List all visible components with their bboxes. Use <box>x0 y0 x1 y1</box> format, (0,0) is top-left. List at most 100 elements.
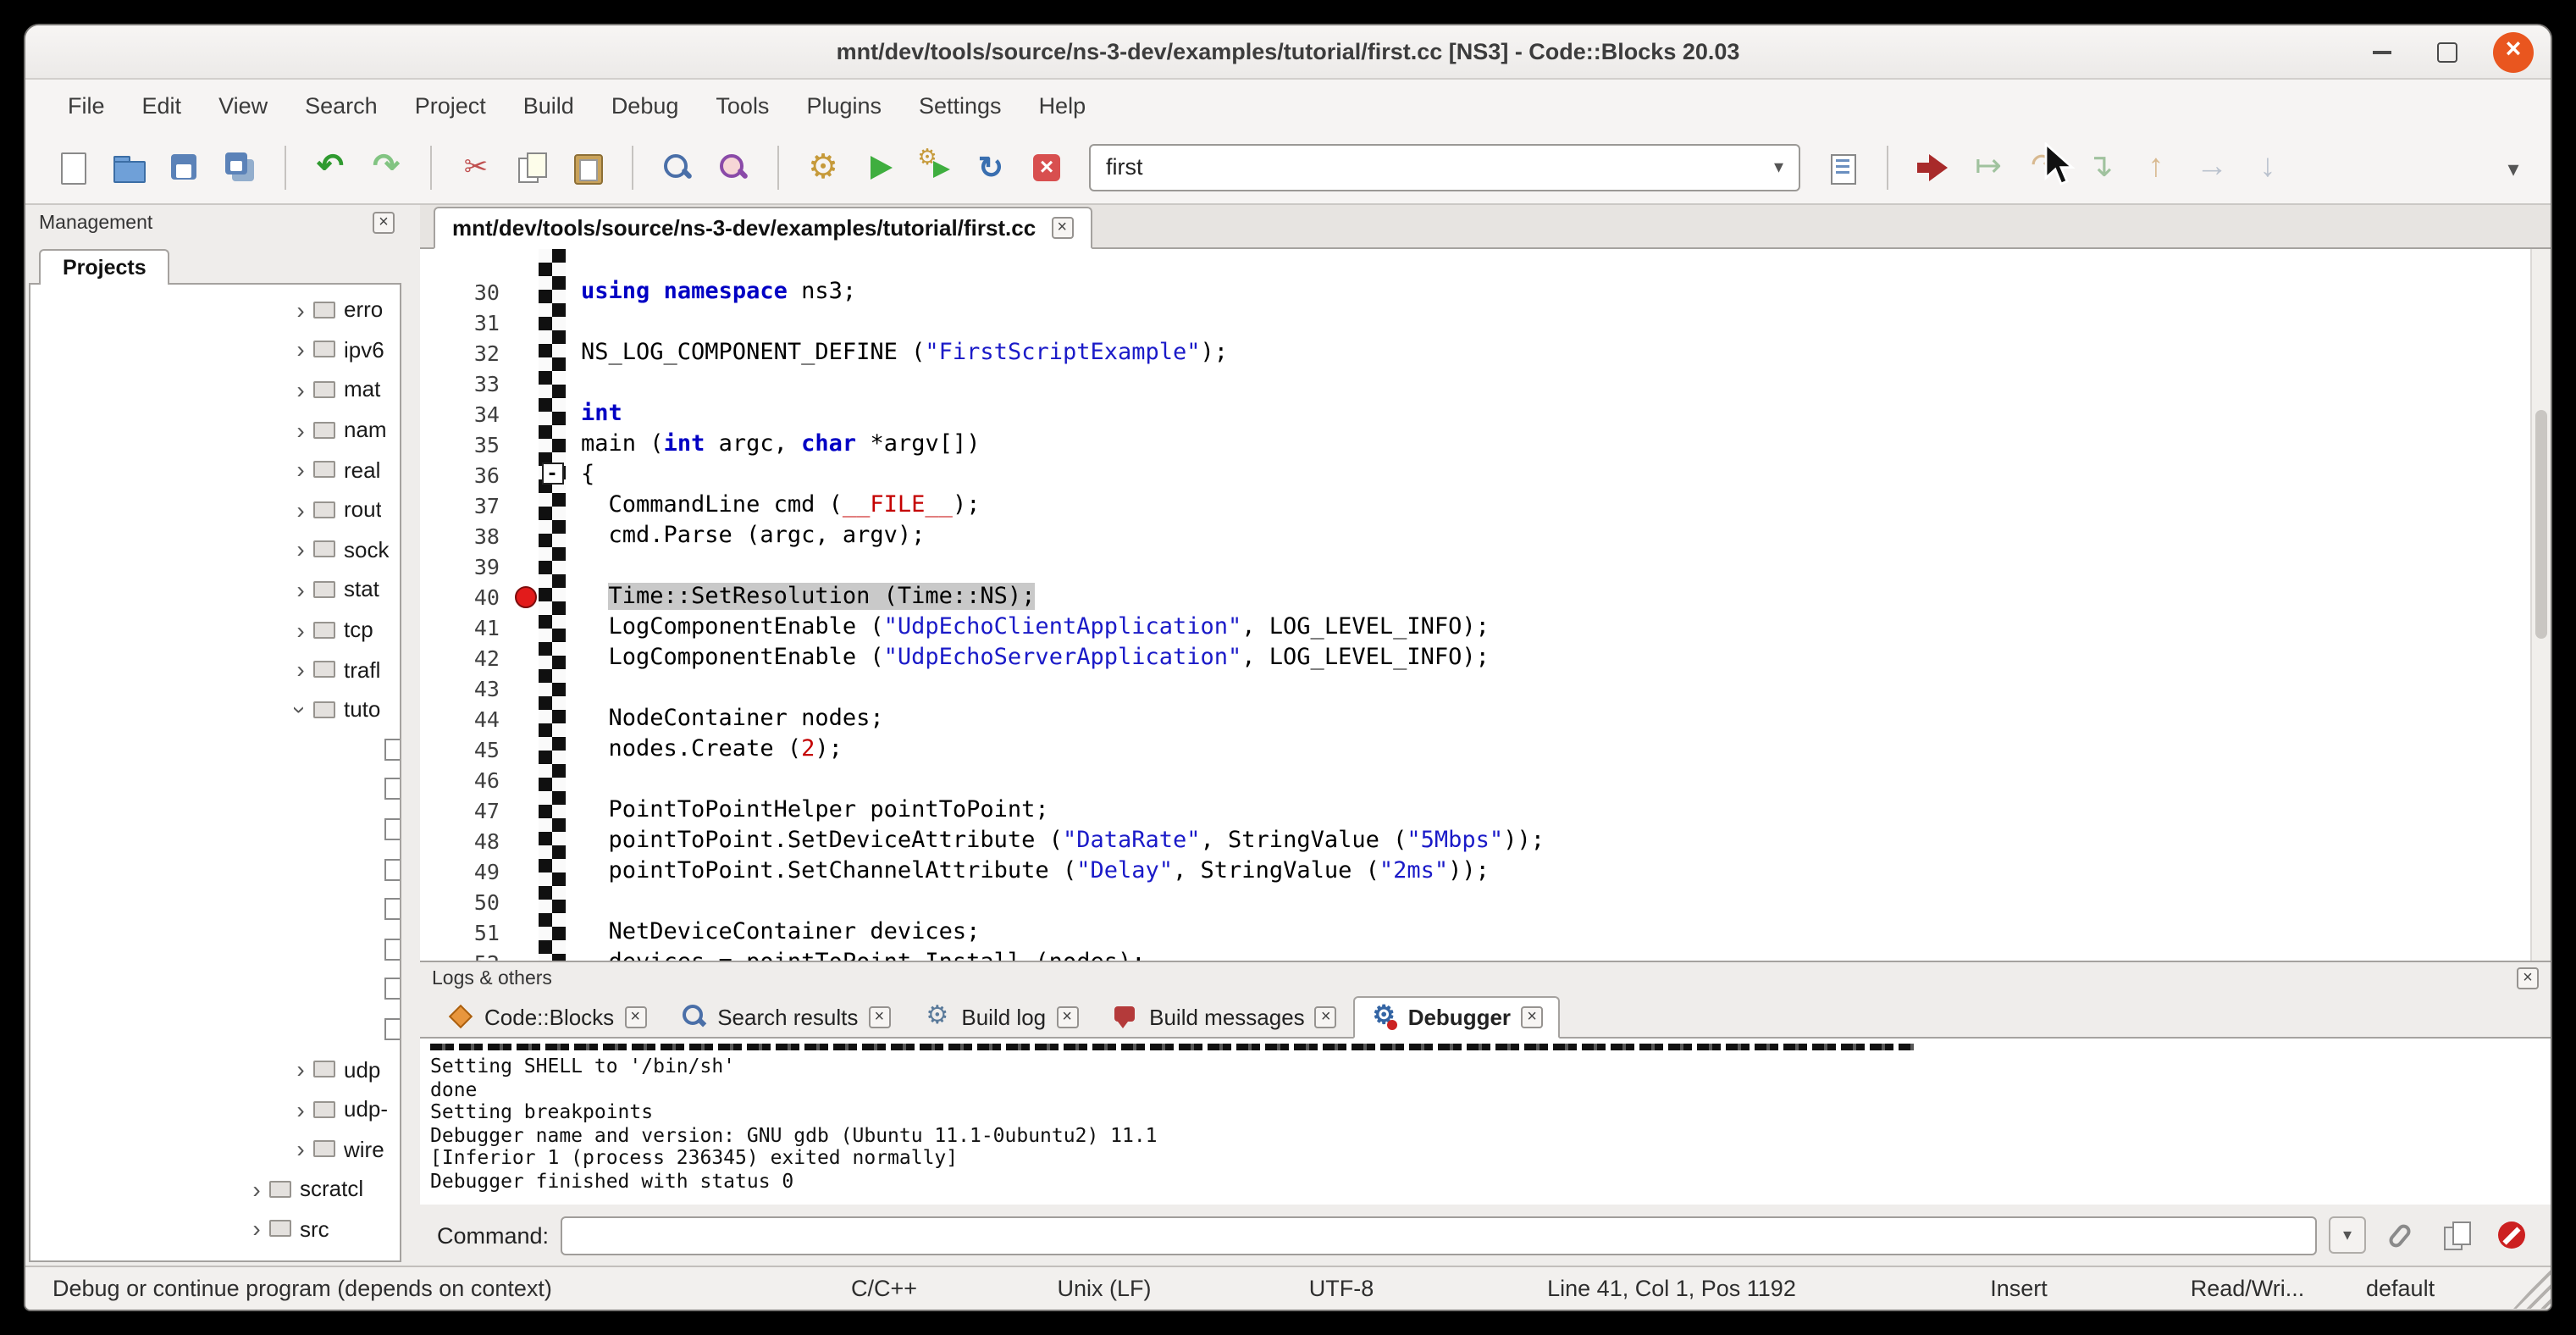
tree-item-nam[interactable]: ›nam <box>30 410 400 450</box>
chevron-collapsed-icon[interactable]: › <box>288 536 313 563</box>
editor-scrollbar[interactable] <box>2530 249 2551 961</box>
code-line-46[interactable]: 46 <box>420 764 2530 795</box>
logs-close-icon[interactable] <box>2517 967 2539 989</box>
close-icon[interactable] <box>1521 1005 1543 1028</box>
line-number[interactable]: 40 <box>420 584 511 609</box>
tree-item-ipv6[interactable]: ›ipv6 <box>30 330 400 369</box>
code-line-30[interactable]: 30using namespace ns3; <box>420 276 2530 307</box>
rebuild-button[interactable] <box>967 141 1014 192</box>
chevron-collapsed-icon[interactable]: › <box>288 1095 313 1122</box>
tree-item-fif[interactable]: fif <box>30 729 400 769</box>
menu-project[interactable]: Project <box>396 86 505 125</box>
step-out-button[interactable] <box>2132 141 2180 192</box>
line-number[interactable]: 46 <box>420 767 511 792</box>
tree-item-th[interactable]: th <box>30 1009 400 1049</box>
chevron-collapsed-icon[interactable]: › <box>288 296 313 324</box>
line-number[interactable]: 43 <box>420 675 511 701</box>
editor-tab-first-cc[interactable]: mnt/dev/tools/source/ns-3-dev/examples/t… <box>434 207 1092 249</box>
logs-tab-search-results[interactable]: Search results <box>663 996 907 1039</box>
tab-projects[interactable]: Projects <box>39 249 170 285</box>
chevron-collapsed-icon[interactable]: › <box>288 1136 313 1163</box>
copy-button[interactable] <box>508 141 556 192</box>
target-list-button[interactable] <box>1819 141 1866 192</box>
menu-view[interactable]: View <box>200 86 286 125</box>
menu-debug[interactable]: Debug <box>593 86 698 125</box>
chevron-collapsed-icon[interactable]: › <box>288 496 313 523</box>
line-number[interactable]: 49 <box>420 858 511 884</box>
management-close-icon[interactable] <box>373 212 395 234</box>
line-number[interactable]: 44 <box>420 706 511 731</box>
code-line-38[interactable]: 38 cmd.Parse (argc, argv); <box>420 520 2530 551</box>
code-line-51[interactable]: 51 NetDeviceContainer devices; <box>420 917 2530 947</box>
close-icon[interactable] <box>1056 1005 1078 1028</box>
menu-file[interactable]: File <box>49 86 124 125</box>
line-number[interactable]: 34 <box>420 401 511 426</box>
line-number[interactable]: 48 <box>420 828 511 853</box>
logs-tab-build-log[interactable]: Build log <box>907 996 1095 1039</box>
tree-item-rout[interactable]: ›rout <box>30 490 400 529</box>
stop-debugger-button[interactable] <box>2490 1213 2534 1257</box>
code-line-42[interactable]: 42 LogComponentEnable ("UdpEchoServerApp… <box>420 642 2530 673</box>
line-number[interactable]: 30 <box>420 279 511 304</box>
tree-item-erro[interactable]: ›erro <box>30 290 400 330</box>
line-number[interactable]: 41 <box>420 614 511 640</box>
cut-button[interactable] <box>452 141 500 192</box>
line-number[interactable]: 52 <box>420 950 511 961</box>
tree-item-si[interactable]: si <box>30 969 400 1009</box>
editor-tab-close-icon[interactable] <box>1051 217 1073 239</box>
tree-item-wire[interactable]: ›wire <box>30 1129 400 1169</box>
open-file-button[interactable] <box>105 141 152 192</box>
maximize-icon[interactable] <box>2427 31 2468 72</box>
code-line-36[interactable]: 36{ <box>420 459 2530 490</box>
build-and-run-button[interactable] <box>911 141 959 192</box>
tree-item-he[interactable]: he <box>30 850 400 889</box>
copy-log-button[interactable] <box>2434 1213 2478 1257</box>
chevron-collapsed-icon[interactable]: › <box>288 616 313 643</box>
menu-tools[interactable]: Tools <box>697 86 788 125</box>
run-button[interactable] <box>855 141 903 192</box>
tree-item-trafl[interactable]: ›trafl <box>30 650 400 690</box>
undo-button[interactable] <box>307 141 354 192</box>
line-number[interactable]: 45 <box>420 736 511 762</box>
logs-tab-build-messages[interactable]: Build messages <box>1095 996 1354 1039</box>
save-button[interactable] <box>161 141 208 192</box>
find-button[interactable] <box>654 141 701 192</box>
toolbar-overflow-button[interactable] <box>2490 141 2537 192</box>
tree-item-fir[interactable]: fir <box>30 769 400 809</box>
paste-button[interactable] <box>564 141 611 192</box>
chevron-expanded-icon[interactable]: › <box>287 696 314 722</box>
code-line-50[interactable]: 50 <box>420 886 2530 917</box>
code-line-52[interactable]: 52 devices = pointToPoint.Install (nodes… <box>420 947 2530 961</box>
line-number[interactable]: 50 <box>420 889 511 914</box>
line-number[interactable]: 38 <box>420 523 511 548</box>
tree-item-tcp[interactable]: ›tcp <box>30 610 400 650</box>
menu-edit[interactable]: Edit <box>124 86 201 125</box>
tree-item-mat[interactable]: ›mat <box>30 369 400 409</box>
tree-item-stat[interactable]: ›stat <box>30 569 400 609</box>
line-number[interactable]: 31 <box>420 309 511 335</box>
tree-item-tuto[interactable]: ›tuto <box>30 690 400 729</box>
tree-item-scratcl[interactable]: ›scratcl <box>30 1169 400 1209</box>
panel-splitter[interactable] <box>405 205 420 1266</box>
code-line-47[interactable]: 47 PointToPointHelper pointToPoint; <box>420 795 2530 825</box>
code-line-37[interactable]: 37 CommandLine cmd (__FILE__); <box>420 490 2530 520</box>
resize-grip[interactable] <box>2513 1268 2551 1309</box>
menu-plugins[interactable]: Plugins <box>788 86 900 125</box>
line-number[interactable]: 36 <box>420 462 511 487</box>
debugger-log[interactable]: Setting SHELL to '/bin/sh'doneSetting br… <box>420 1039 2551 1205</box>
tree-item-fo[interactable]: fo <box>30 809 400 849</box>
code-line-43[interactable]: 43 <box>420 673 2530 703</box>
logs-tab-debugger[interactable]: Debugger <box>1354 996 1560 1039</box>
line-number[interactable]: 33 <box>420 370 511 396</box>
line-number[interactable]: 42 <box>420 645 511 670</box>
tree-item-se[interactable]: se <box>30 929 400 969</box>
editor-scrollbar-thumb[interactable] <box>2535 410 2547 639</box>
code-line-39[interactable]: 39 <box>420 551 2530 581</box>
step-into-button[interactable] <box>2076 141 2124 192</box>
tree-item-udp[interactable]: ›udp- <box>30 1089 400 1129</box>
run-to-cursor-button[interactable] <box>1965 141 2012 192</box>
new-file-button[interactable] <box>49 141 97 192</box>
tree-item-sock[interactable]: ›sock <box>30 529 400 569</box>
code-line-41[interactable]: 41 LogComponentEnable ("UdpEchoClientApp… <box>420 612 2530 642</box>
close-icon[interactable] <box>1315 1005 1337 1028</box>
